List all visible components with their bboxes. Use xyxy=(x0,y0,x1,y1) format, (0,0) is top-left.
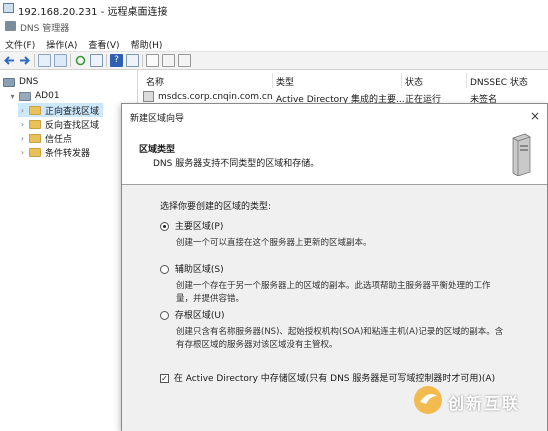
chevron-down-icon[interactable]: ▾ xyxy=(8,92,17,101)
secondary-zone-desc-line1: 创建一个存在于另一个服务器上的区域的副本。此选项帮助主服务器平衡处理的工作 xyxy=(176,281,491,291)
menu-action[interactable]: 操作(A) xyxy=(41,35,83,51)
tree-node-forward-lookup[interactable]: › 正向查找区域 xyxy=(18,103,104,117)
page-icon[interactable] xyxy=(146,54,159,67)
primary-zone-label: 主要区域(P) xyxy=(174,222,224,232)
tree-node-reverse-lookup[interactable]: › 反向查找区域 xyxy=(18,117,99,131)
menu-view[interactable]: 查看(V) xyxy=(83,35,125,51)
show-tree-icon[interactable] xyxy=(54,54,67,67)
properties-icon[interactable] xyxy=(126,54,139,67)
tree-label-conditional-forwarders: 条件转发器 xyxy=(45,148,91,159)
rdp-window-title: 192.168.20.231 - 远程桌面连接 xyxy=(18,7,168,18)
dns-manager-icon xyxy=(5,21,16,31)
stub-zone-desc-line1: 创建只含有名称服务器(NS)、起始授权机构(SOA)和粘连主机(A)记录的区域的… xyxy=(176,327,504,337)
folder-icon xyxy=(29,133,41,143)
row-name[interactable]: msdcs.corp.cnqin.com.cn xyxy=(158,92,273,102)
chevron-right-icon[interactable]: › xyxy=(18,148,27,157)
back-arrow-icon[interactable] xyxy=(3,54,16,67)
tree-node-dns[interactable]: DNS xyxy=(3,75,38,89)
column-header-status[interactable]: 状态 xyxy=(405,75,423,88)
tree-label-reverse-lookup: 反向查找区域 xyxy=(45,120,100,131)
option-secondary-zone[interactable]: 辅助区域(S) xyxy=(160,262,224,275)
dialog-header: 区域类型 DNS 服务器支持不同类型的区域和存储。 xyxy=(122,128,547,185)
secondary-zone-desc-line2: 量，并提供容错。 xyxy=(176,294,245,304)
dns-server-icon xyxy=(3,77,15,87)
dialog-header-desc: DNS 服务器支持不同类型的区域和存储。 xyxy=(153,159,320,169)
forward-arrow-icon[interactable] xyxy=(18,54,31,67)
tree-node-conditional-forwarders[interactable]: › 条件转发器 xyxy=(18,145,90,159)
stub-zone-label: 存根区域(U) xyxy=(174,311,225,321)
server-tower-icon xyxy=(512,133,531,176)
folder-icon xyxy=(29,119,41,129)
rdp-window-icon xyxy=(3,3,14,13)
option-stub-zone[interactable]: 存根区域(U) xyxy=(160,308,225,321)
list-icon[interactable] xyxy=(162,54,175,67)
tree-node-trust-points[interactable]: › 信任点 xyxy=(18,131,72,145)
rdp-title-bar: 192.168.20.231 - 远程桌面连接 xyxy=(0,0,548,19)
toolbar: ? xyxy=(0,51,548,70)
dialog-header-title: 区域类型 xyxy=(139,145,176,155)
zone-icon xyxy=(143,91,154,102)
menu-file[interactable]: 文件(F) xyxy=(0,35,41,51)
column-header-name[interactable]: 名称 xyxy=(146,75,164,88)
stub-zone-desc-line2: 有存根区域的服务器对该区域没有主管权。 xyxy=(176,340,338,350)
dialog-title-bar: 新建区域向导 × xyxy=(122,104,547,128)
column-header-type[interactable]: 类型 xyxy=(276,75,294,88)
up-folder-icon[interactable] xyxy=(38,54,51,67)
server-icon xyxy=(19,91,31,101)
zone-type-prompt: 选择你要创建的区域的类型: xyxy=(160,202,272,212)
menu-help[interactable]: 帮助(H) xyxy=(126,35,169,51)
tree-label-dns: DNS xyxy=(19,77,39,87)
export-list-icon[interactable] xyxy=(90,54,103,67)
primary-zone-radio[interactable] xyxy=(160,222,169,231)
column-header-dnssec[interactable]: DNSSEC 状态 xyxy=(470,75,528,88)
help-icon[interactable]: ? xyxy=(110,54,123,67)
folder-icon xyxy=(29,105,41,115)
chevron-right-icon[interactable]: › xyxy=(18,106,27,115)
watermark-logo: 创新互联 xyxy=(404,380,548,420)
folder-icon xyxy=(29,147,41,157)
refresh-icon[interactable] xyxy=(74,54,87,67)
watermark-text: 创新互联 xyxy=(448,394,521,413)
ad-store-checkbox[interactable]: ✓ xyxy=(160,374,169,383)
logo-icon xyxy=(414,386,442,414)
stub-zone-radio[interactable] xyxy=(160,311,169,320)
tree-label-trust-points: 信任点 xyxy=(45,134,73,145)
option-primary-zone[interactable]: 主要区域(P) xyxy=(160,219,223,232)
chevron-right-icon[interactable]: › xyxy=(18,134,27,143)
tree-node-ad01[interactable]: ▾ AD01 xyxy=(8,89,60,103)
close-button[interactable]: × xyxy=(528,109,542,123)
secondary-zone-label: 辅助区域(S) xyxy=(174,265,224,275)
details-icon[interactable] xyxy=(178,54,191,67)
tree-label-forward-lookup: 正向查找区域 xyxy=(45,106,100,117)
console-tree: DNS ▾ AD01 › 正向查找区域 › 反向查找区域 › 信任点 › 条件转… xyxy=(0,70,138,431)
mmc-title-bar: DNS 管理器 xyxy=(0,18,548,35)
chevron-right-icon[interactable]: › xyxy=(18,120,27,129)
menu-bar: 文件(F) 操作(A) 查看(V) 帮助(H) xyxy=(0,35,548,51)
tree-label-ad01: AD01 xyxy=(35,91,60,101)
dialog-title: 新建区域向导 xyxy=(130,114,185,124)
secondary-zone-radio[interactable] xyxy=(160,265,169,274)
mmc-window-title: DNS 管理器 xyxy=(20,24,70,34)
primary-zone-desc: 创建一个可以直接在这个服务器上更新的区域副本。 xyxy=(176,238,372,248)
